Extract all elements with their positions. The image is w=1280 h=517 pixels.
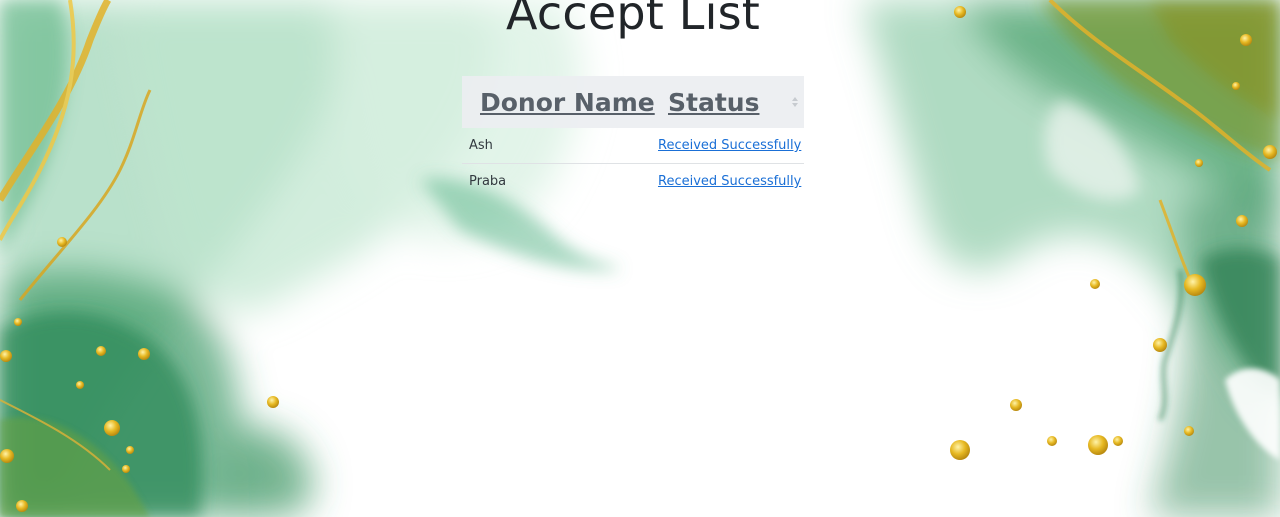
column-header-status[interactable]: Status — [656, 76, 804, 128]
column-header-donor-name[interactable]: Donor Name — [462, 76, 656, 128]
table-header: Donor Name Status — [462, 76, 804, 128]
status-cell: Received Successfully — [656, 164, 804, 199]
donor-name-cell: Praba — [469, 174, 507, 189]
table-body: Ash Received Successfully Praba Received… — [462, 128, 804, 199]
donor-name-sort-link[interactable]: Donor Name — [480, 88, 655, 117]
donor-name-cell: Ash — [462, 128, 656, 164]
table-row: Praba Received Successfully — [462, 164, 804, 199]
table-row: Ash Received Successfully — [462, 128, 804, 164]
status-cell: Received Successfully — [656, 128, 804, 164]
status-link[interactable]: Received Successfully — [658, 138, 801, 153]
table-header-row: Donor Name Status — [462, 76, 804, 128]
page-content: Accept List Donor Name Status Ash Receiv… — [0, 0, 1280, 517]
accept-list-table: Donor Name Status Ash Received Successfu… — [462, 76, 804, 199]
sort-icon[interactable] — [792, 97, 798, 107]
status-link[interactable]: Received Successfully — [658, 174, 801, 189]
page-title: Accept List — [505, 0, 760, 40]
status-sort-link[interactable]: Status — [668, 88, 759, 117]
